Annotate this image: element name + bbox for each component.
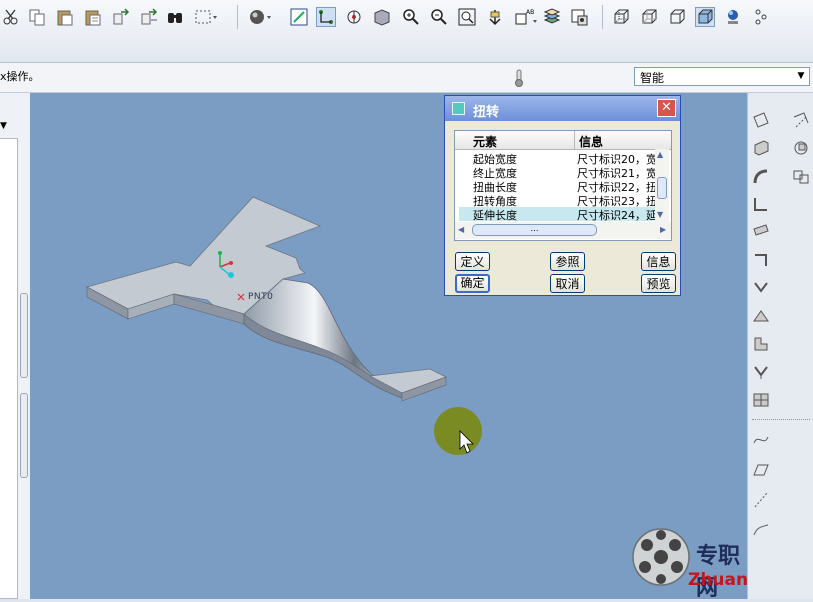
twist-dialog: 扭转 ✕ 元素 信息 起始宽度 尺寸标识20，宽 终止宽度 尺寸标识21，宽 扭曲长… bbox=[444, 95, 681, 296]
hidden-line-icon[interactable] bbox=[640, 8, 658, 26]
reorient-icon[interactable] bbox=[486, 8, 504, 26]
table-row[interactable]: 终止宽度 尺寸标识21，宽 bbox=[459, 165, 655, 180]
horizontal-scrollbar[interactable]: ◀ … ▶ bbox=[455, 222, 671, 239]
table-row[interactable]: 扭转角度 尺寸标识23，扭 bbox=[459, 193, 655, 208]
scroll-right-icon[interactable]: ▶ bbox=[660, 225, 666, 234]
datum-curve-icon[interactable] bbox=[752, 431, 770, 449]
ok-button[interactable]: 确定 bbox=[455, 274, 490, 293]
table-row[interactable]: 扭曲长度 尺寸标识22，扭 bbox=[459, 179, 655, 194]
scroll-thumb-horizontal[interactable]: … bbox=[472, 224, 597, 236]
revolve-icon[interactable] bbox=[792, 139, 810, 157]
info-button[interactable]: 信息 bbox=[641, 252, 676, 271]
chevron-down-icon[interactable]: ▼ bbox=[0, 121, 14, 135]
scroll-up-icon[interactable]: ▲ bbox=[657, 150, 663, 159]
left-navigator-panel: ▼ bbox=[0, 93, 31, 599]
datum-axis-icon[interactable] bbox=[792, 111, 810, 129]
table-body: 起始宽度 尺寸标识20，宽 终止宽度 尺寸标识21，宽 扭曲长度 尺寸标识22，扭 扭… bbox=[455, 149, 655, 221]
dialog-title: 扭转 bbox=[473, 105, 500, 120]
sketch-curve-icon[interactable] bbox=[752, 521, 770, 539]
svg-text:AB: AB bbox=[526, 9, 534, 16]
regen-manager-icon[interactable] bbox=[140, 8, 158, 26]
flatten-icon[interactable] bbox=[752, 391, 770, 409]
paste-special-icon[interactable] bbox=[84, 8, 102, 26]
copy-icon[interactable] bbox=[28, 8, 46, 26]
sash-handle[interactable] bbox=[20, 293, 28, 378]
datum-point-label: PNT0 bbox=[248, 292, 274, 302]
blend-icon[interactable] bbox=[792, 167, 810, 185]
punch-icon[interactable] bbox=[752, 363, 770, 381]
paste-icon[interactable] bbox=[56, 8, 74, 26]
wireframe-icon[interactable] bbox=[612, 8, 630, 26]
find-icon[interactable] bbox=[166, 8, 184, 26]
repaint-icon[interactable] bbox=[290, 8, 308, 26]
feature-toolbar bbox=[747, 93, 813, 599]
column-header-element: 元素 bbox=[473, 135, 498, 149]
plane-outline-icon[interactable] bbox=[752, 461, 770, 479]
thermometer-icon bbox=[512, 68, 526, 88]
element-table: 元素 信息 起始宽度 尺寸标识20，宽 终止宽度 尺寸标识21，宽 扭曲长度 尺寸标识… bbox=[454, 130, 672, 241]
zoom-out-icon[interactable] bbox=[430, 8, 448, 26]
shading-icon[interactable] bbox=[248, 8, 272, 26]
select-box-icon[interactable] bbox=[194, 8, 218, 26]
cancel-button[interactable]: 取消 bbox=[550, 274, 585, 293]
refit-icon[interactable] bbox=[458, 8, 476, 26]
datum-display-icon[interactable]: AB bbox=[514, 8, 538, 26]
orient-icon[interactable] bbox=[316, 7, 336, 27]
scroll-left-icon[interactable]: ◀ bbox=[458, 225, 464, 234]
view-manager-icon[interactable] bbox=[570, 8, 588, 26]
logo-ball bbox=[631, 527, 691, 587]
table-header: 元素 信息 bbox=[455, 131, 671, 150]
layers-icon[interactable] bbox=[543, 8, 561, 26]
saved-view-icon[interactable] bbox=[373, 8, 391, 26]
message-text: x操作。 bbox=[0, 70, 40, 83]
table-row-selected[interactable]: 延伸长度 尺寸标识24，延 bbox=[459, 207, 655, 221]
sash-handle[interactable] bbox=[20, 393, 28, 478]
preview-button[interactable]: 预览 bbox=[641, 274, 676, 293]
no-hidden-icon[interactable] bbox=[668, 8, 686, 26]
spin-center-icon[interactable] bbox=[345, 8, 363, 26]
navigator-content bbox=[0, 138, 18, 599]
flange-icon[interactable] bbox=[752, 195, 770, 213]
axis-line-icon[interactable] bbox=[752, 491, 770, 509]
main-toolbar: AB bbox=[0, 0, 813, 63]
datum-plane-icon[interactable] bbox=[752, 111, 770, 129]
corner-relief-icon[interactable] bbox=[752, 335, 770, 353]
filter-value: 智能 bbox=[640, 71, 665, 85]
regenerate-icon[interactable] bbox=[112, 8, 130, 26]
dialog-icon bbox=[452, 102, 465, 115]
close-icon[interactable]: ✕ bbox=[657, 99, 676, 117]
table-row[interactable]: 起始宽度 尺寸标识20，宽 bbox=[459, 151, 655, 166]
datum-points-icon[interactable] bbox=[752, 8, 770, 26]
bend-icon[interactable] bbox=[752, 223, 770, 241]
column-header-info: 信息 bbox=[579, 135, 604, 149]
extrude-icon[interactable] bbox=[752, 139, 770, 157]
form-icon[interactable] bbox=[752, 307, 770, 325]
zoom-in-icon[interactable] bbox=[402, 8, 420, 26]
scroll-thumb[interactable] bbox=[657, 177, 667, 199]
sweep-icon[interactable] bbox=[752, 167, 770, 185]
chevron-down-icon: ▼ bbox=[797, 71, 805, 81]
cut-icon[interactable] bbox=[2, 8, 20, 26]
define-button[interactable]: 定义 bbox=[455, 252, 490, 271]
model-tree-icon[interactable] bbox=[724, 8, 742, 26]
references-button[interactable]: 参照 bbox=[550, 252, 585, 271]
scroll-down-icon[interactable]: ▼ bbox=[657, 210, 663, 219]
message-bar: x操作。 智能 ▼ bbox=[0, 63, 813, 93]
edge-rip-icon[interactable] bbox=[752, 279, 770, 297]
shaded-icon[interactable] bbox=[695, 7, 715, 27]
vertical-scrollbar[interactable]: ▲ ▼ bbox=[655, 149, 669, 222]
selection-filter-dropdown[interactable]: 智能 ▼ bbox=[634, 67, 810, 86]
dialog-titlebar[interactable]: 扭转 ✕ bbox=[445, 96, 680, 121]
unbend-icon[interactable] bbox=[752, 251, 770, 269]
